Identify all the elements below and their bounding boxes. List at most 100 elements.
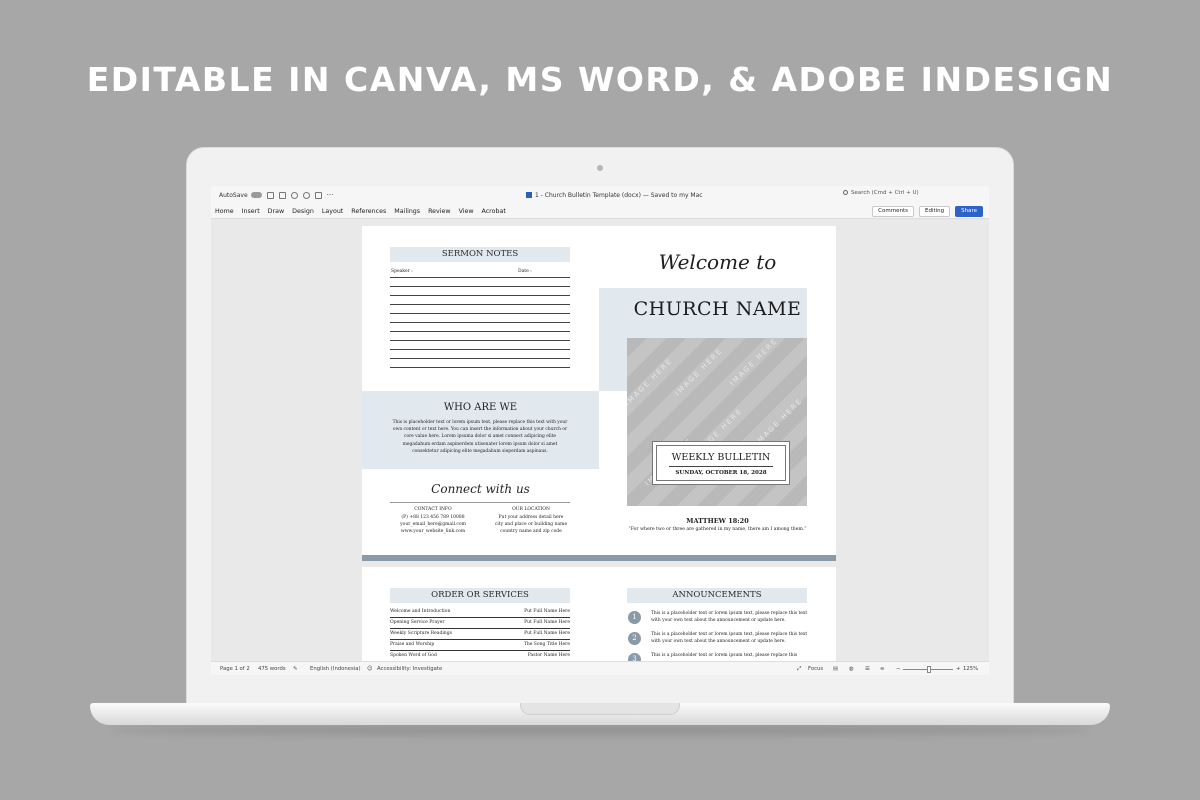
note-line[interactable] [390, 286, 570, 287]
order-who: Put Full Name Here [524, 609, 570, 614]
draft-icon[interactable]: ≡ [880, 666, 884, 672]
ribbon-actions: Comments Editing Share [872, 206, 983, 217]
contact-heading: CONTACT INFO [414, 507, 452, 512]
language[interactable]: English (Indonesia) [310, 666, 361, 672]
order-who: Put Full Name Here [524, 620, 570, 625]
print-icon[interactable] [314, 191, 322, 199]
announcement-text[interactable]: This is a placeholder text or lorem ipsu… [651, 632, 811, 645]
more-icon[interactable]: ··· [327, 191, 334, 199]
order-row[interactable]: Opening Service Prayer Put Full Name Her… [390, 619, 570, 629]
announcement-text[interactable]: This is a placeholder text or lorem ipsu… [651, 611, 811, 624]
location-line: city and place or building name [494, 522, 568, 527]
camera [597, 165, 603, 171]
church-name: CHURCH NAME [633, 298, 802, 320]
welcome-heading: Welcome to [658, 250, 777, 274]
note-line[interactable] [390, 367, 570, 368]
note-line[interactable] [390, 340, 570, 341]
who-are-we-title: WHO ARE WE [443, 402, 518, 413]
outline-icon[interactable]: ☰ [865, 666, 870, 672]
tab-mailings[interactable]: Mailings [394, 208, 420, 215]
location-line: country name and zip code [500, 529, 562, 534]
announcements-header: ANNOUNCEMENTS [627, 588, 807, 603]
undo-icon[interactable] [290, 191, 298, 199]
comments-button[interactable]: Comments [872, 206, 914, 217]
sermon-notes-title: SERMON NOTES [441, 249, 519, 259]
who-are-we-text[interactable]: This is placeholder text or lorem ipsum … [390, 419, 570, 455]
note-line[interactable] [390, 358, 570, 359]
zoom-out-icon[interactable]: − [896, 666, 900, 672]
tab-review[interactable]: Review [428, 208, 450, 215]
weekly-bulletin-frame: WEEKLY BULLETIN SUNDAY, OCTOBER 18, 2028 [656, 445, 786, 481]
note-line[interactable] [390, 277, 570, 278]
zoom-in-icon[interactable]: + [956, 666, 960, 672]
page-count[interactable]: Page 1 of 2 [220, 666, 250, 672]
note-line[interactable] [390, 349, 570, 350]
print-layout-icon[interactable]: ▤ [833, 666, 838, 672]
tab-draw[interactable]: Draw [268, 208, 284, 215]
announcement-text[interactable]: This is a placeholder text or lorem ipsu… [651, 653, 811, 660]
save-icon[interactable] [278, 191, 286, 199]
note-line[interactable] [390, 331, 570, 332]
announcements-title: ANNOUNCEMENTS [672, 590, 762, 600]
word-doc-icon [526, 192, 532, 198]
page-footer-strip [362, 555, 836, 561]
image-placeholder-watermark: IMAGE HERE [673, 346, 725, 398]
autosave-toggle[interactable] [250, 192, 262, 198]
order-row[interactable]: Praise and Worship The Song Title Here [390, 641, 570, 651]
order-item: Spoken Word of God [390, 653, 437, 658]
order-row[interactable]: Welcome and Introduction Put Full Name H… [390, 608, 570, 618]
order-item: Weekly Scripture Readings [390, 631, 452, 636]
word-count[interactable]: 475 words [258, 666, 286, 672]
announcement-number: 2 [628, 632, 641, 645]
search-box[interactable]: Search (Cmd + Ctrl + U) [843, 190, 975, 200]
autosave-label: AutoSave [219, 191, 248, 199]
tab-references[interactable]: References [351, 208, 386, 215]
order-who: Pastor Name Here [527, 653, 570, 658]
accessibility-icon[interactable]: ☺ [367, 666, 373, 672]
web-layout-icon[interactable]: ◍ [849, 666, 854, 672]
ribbon-tabs: Home Insert Draw Design Layout Reference… [211, 204, 989, 219]
order-row[interactable]: Spoken Word of God Pastor Name Here [390, 652, 570, 661]
note-line[interactable] [390, 313, 570, 314]
contact-line: your_email_here@gmail.com [400, 522, 466, 527]
home-icon[interactable] [266, 191, 274, 199]
tab-acrobat[interactable]: Acrobat [482, 208, 506, 215]
note-line[interactable] [390, 322, 570, 323]
focus-icon[interactable]: ⤢ [797, 666, 801, 673]
note-line[interactable] [390, 295, 570, 296]
weekly-bulletin-rule [669, 466, 773, 467]
laptop-notch [520, 703, 680, 715]
document-title-text: 1 - Church Bulletin Template (docx) — Sa… [535, 191, 703, 199]
order-item: Praise and Worship [390, 642, 435, 647]
image-placeholder-watermark: IMAGE HERE [753, 396, 805, 448]
tab-home[interactable]: Home [215, 208, 234, 215]
order-item: Opening Service Prayer [390, 620, 445, 625]
order-row[interactable]: Weekly Scripture Readings Put Full Name … [390, 630, 570, 640]
titlebar: AutoSave ··· 1 - Church Bulletin Templat… [211, 186, 989, 204]
order-title: ORDER OR SERVICES [431, 590, 529, 600]
editing-button[interactable]: Editing [918, 206, 951, 217]
order-item: Welcome and Introduction [390, 609, 451, 614]
tab-insert[interactable]: Insert [242, 208, 260, 215]
tab-layout[interactable]: Layout [322, 208, 343, 215]
contact-line: www.your_website_link.com [400, 529, 466, 534]
redo-icon[interactable] [302, 191, 310, 199]
word-window: AutoSave ··· 1 - Church Bulletin Templat… [211, 186, 989, 675]
accessibility-status[interactable]: Accessibility: Investigate [377, 666, 442, 672]
zoom-level[interactable]: 125% [963, 666, 978, 672]
image-placeholder-watermark: IMAGE HERE [627, 356, 675, 408]
tab-design[interactable]: Design [292, 208, 314, 215]
proofing-icon[interactable]: ✎ [293, 666, 297, 672]
share-button[interactable]: Share [955, 206, 983, 217]
location-heading: OUR LOCATION [512, 507, 550, 512]
document-title[interactable]: 1 - Church Bulletin Template (docx) — Sa… [526, 192, 703, 199]
note-line[interactable] [390, 304, 570, 305]
document-page-1[interactable]: SERMON NOTES Speaker : Date : WHO ARE WE… [362, 226, 836, 561]
status-bar: Page 1 of 2 475 words ✎ English (Indones… [211, 661, 989, 675]
who-are-we-section: WHO ARE WE This is placeholder text or l… [362, 391, 599, 469]
zoom-slider-knob[interactable] [927, 666, 931, 673]
document-page-2[interactable]: ORDER OR SERVICES Welcome and Introducti… [362, 567, 836, 661]
focus-button[interactable]: Focus [808, 666, 823, 672]
tab-view[interactable]: View [459, 208, 474, 215]
weekly-bulletin-title: WEEKLY BULLETIN [671, 452, 771, 463]
